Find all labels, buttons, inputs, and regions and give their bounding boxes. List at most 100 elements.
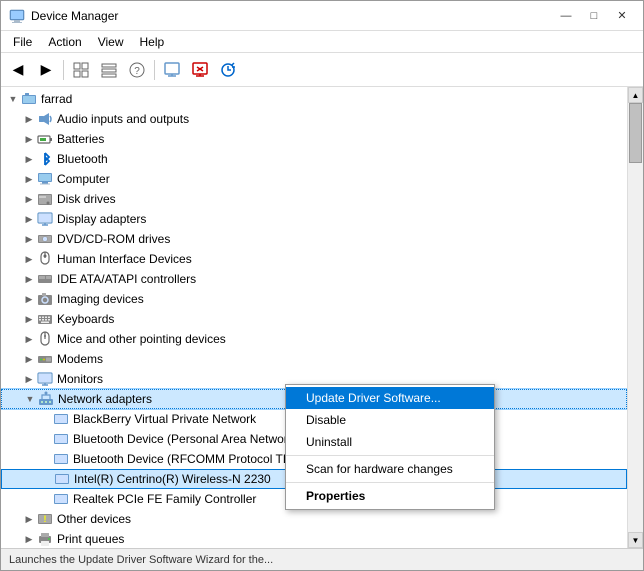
print-expander[interactable]: ▶ [21,531,37,547]
scroll-down-button[interactable]: ▼ [628,532,643,548]
display-label: Display adapters [57,212,146,226]
forward-button[interactable]: ▶ [33,57,59,83]
intel-icon [54,471,70,487]
context-menu: Update Driver Software... Disable Uninst… [285,384,495,510]
network-icon [38,391,54,407]
tree-item-hid[interactable]: ▶ Human Interface Devices [1,249,627,269]
ide-icon [37,271,53,287]
bvpn-label: BlackBerry Virtual Private Network [73,412,256,426]
bluetooth-expander[interactable]: ▶ [21,151,37,167]
tree-item-disk[interactable]: ▶ Disk drives [1,189,627,209]
tree-root[interactable]: ▼ farrad [1,89,627,109]
realtek-icon [53,491,69,507]
monitors-expander[interactable]: ▶ [21,371,37,387]
keyboards-label: Keyboards [57,312,114,326]
tree-item-print[interactable]: ▶ Print queues [1,529,627,548]
computer-expander[interactable]: ▶ [21,171,37,187]
mice-label: Mice and other pointing devices [57,332,226,346]
btpan-icon [53,431,69,447]
tree-item-bluetooth[interactable]: ▶ Bluetooth [1,149,627,169]
menu-bar: File Action View Help [1,31,643,53]
maximize-button[interactable]: □ [581,5,607,27]
hid-expander[interactable]: ▶ [21,251,37,267]
ctx-separator [286,455,494,456]
audio-label: Audio inputs and outputs [57,112,189,126]
mice-icon [37,331,53,347]
back-button[interactable]: ◀ [5,57,31,83]
batteries-expander[interactable]: ▶ [21,131,37,147]
minimize-button[interactable]: — [553,5,579,27]
menu-help[interactable]: Help [132,33,173,51]
scroll-thumb[interactable] [629,103,642,163]
bvpn-icon [53,411,69,427]
ctx-properties[interactable]: Properties [286,485,494,507]
close-button[interactable]: ✕ [609,5,635,27]
window-icon [9,8,25,24]
other-icon: ! [37,511,53,527]
root-expander[interactable]: ▼ [5,91,21,107]
display-expander[interactable]: ▶ [21,211,37,227]
ctx-uninstall[interactable]: Uninstall [286,431,494,453]
tree-item-computer[interactable]: ▶ Computer [1,169,627,189]
print-icon [37,531,53,547]
tree-item-mice[interactable]: ▶ Mice and other pointing devices [1,329,627,349]
toolbar-btn-help[interactable]: ? [124,57,150,83]
realtek-label: Realtek PCIe FE Family Controller [73,492,256,506]
toolbar-btn-monitor[interactable] [159,57,185,83]
btpan-label: Bluetooth Device (Personal Area Network) [73,432,298,446]
dvd-expander[interactable]: ▶ [21,231,37,247]
tree-item-dvd[interactable]: ▶ DVD/CD-ROM drives [1,229,627,249]
toolbar-btn-grid[interactable] [68,57,94,83]
ctx-update[interactable]: Update Driver Software... [286,387,494,409]
tree-item-modems[interactable]: ▶ Modems [1,349,627,369]
network-expander[interactable]: ▼ [22,391,38,407]
ide-expander[interactable]: ▶ [21,271,37,287]
hid-label: Human Interface Devices [57,252,192,266]
tree-item-imaging[interactable]: ▶ Imaging devices [1,289,627,309]
dvd-label: DVD/CD-ROM drives [57,232,170,246]
window-title: Device Manager [31,9,553,23]
ctx-scan[interactable]: Scan for hardware changes [286,458,494,480]
tree-item-display[interactable]: ▶ Display adapters [1,209,627,229]
toolbar-btn-list[interactable] [96,57,122,83]
tree-item-ide[interactable]: ▶ IDE ATA/ATAPI controllers [1,269,627,289]
network-label: Network adapters [58,392,152,406]
toolbar-btn-scan[interactable] [215,57,241,83]
other-expander[interactable]: ▶ [21,511,37,527]
disk-label: Disk drives [57,192,116,206]
monitors-icon [37,371,53,387]
svg-text:?: ? [134,66,140,77]
btrfcomm-label: Bluetooth Device (RFCOMM Protocol TDI) [73,452,299,466]
scroll-track[interactable] [628,103,643,532]
tree-item-batteries[interactable]: ▶ Batteries [1,129,627,149]
keyboards-expander[interactable]: ▶ [21,311,37,327]
audio-icon [37,111,53,127]
vertical-scrollbar[interactable]: ▲ ▼ [627,87,643,548]
display-icon [37,211,53,227]
intel-label: Intel(R) Centrino(R) Wireless-N 2230 [74,472,271,486]
title-bar: Device Manager — □ ✕ [1,1,643,31]
menu-action[interactable]: Action [40,33,89,51]
modems-expander[interactable]: ▶ [21,351,37,367]
disk-expander[interactable]: ▶ [21,191,37,207]
batteries-icon [37,131,53,147]
ctx-disable[interactable]: Disable [286,409,494,431]
toolbar-btn-remove[interactable] [187,57,213,83]
imaging-expander[interactable]: ▶ [21,291,37,307]
dvd-icon [37,231,53,247]
tree-item-keyboards[interactable]: ▶ Keyboards [1,309,627,329]
computer-label: Computer [57,172,110,186]
menu-view[interactable]: View [90,33,132,51]
print-label: Print queues [57,532,124,546]
audio-expander[interactable]: ▶ [21,111,37,127]
mice-expander[interactable]: ▶ [21,331,37,347]
tree-item-audio[interactable]: ▶ Audio inputs and outputs [1,109,627,129]
monitors-label: Monitors [57,372,103,386]
toolbar-separator-1 [63,60,64,80]
disk-icon [37,191,53,207]
ide-label: IDE ATA/ATAPI controllers [57,272,196,286]
btrfcomm-icon [53,451,69,467]
scroll-up-button[interactable]: ▲ [628,87,643,103]
menu-file[interactable]: File [5,33,40,51]
tree-item-other[interactable]: ▶ ! Other devices [1,509,627,529]
